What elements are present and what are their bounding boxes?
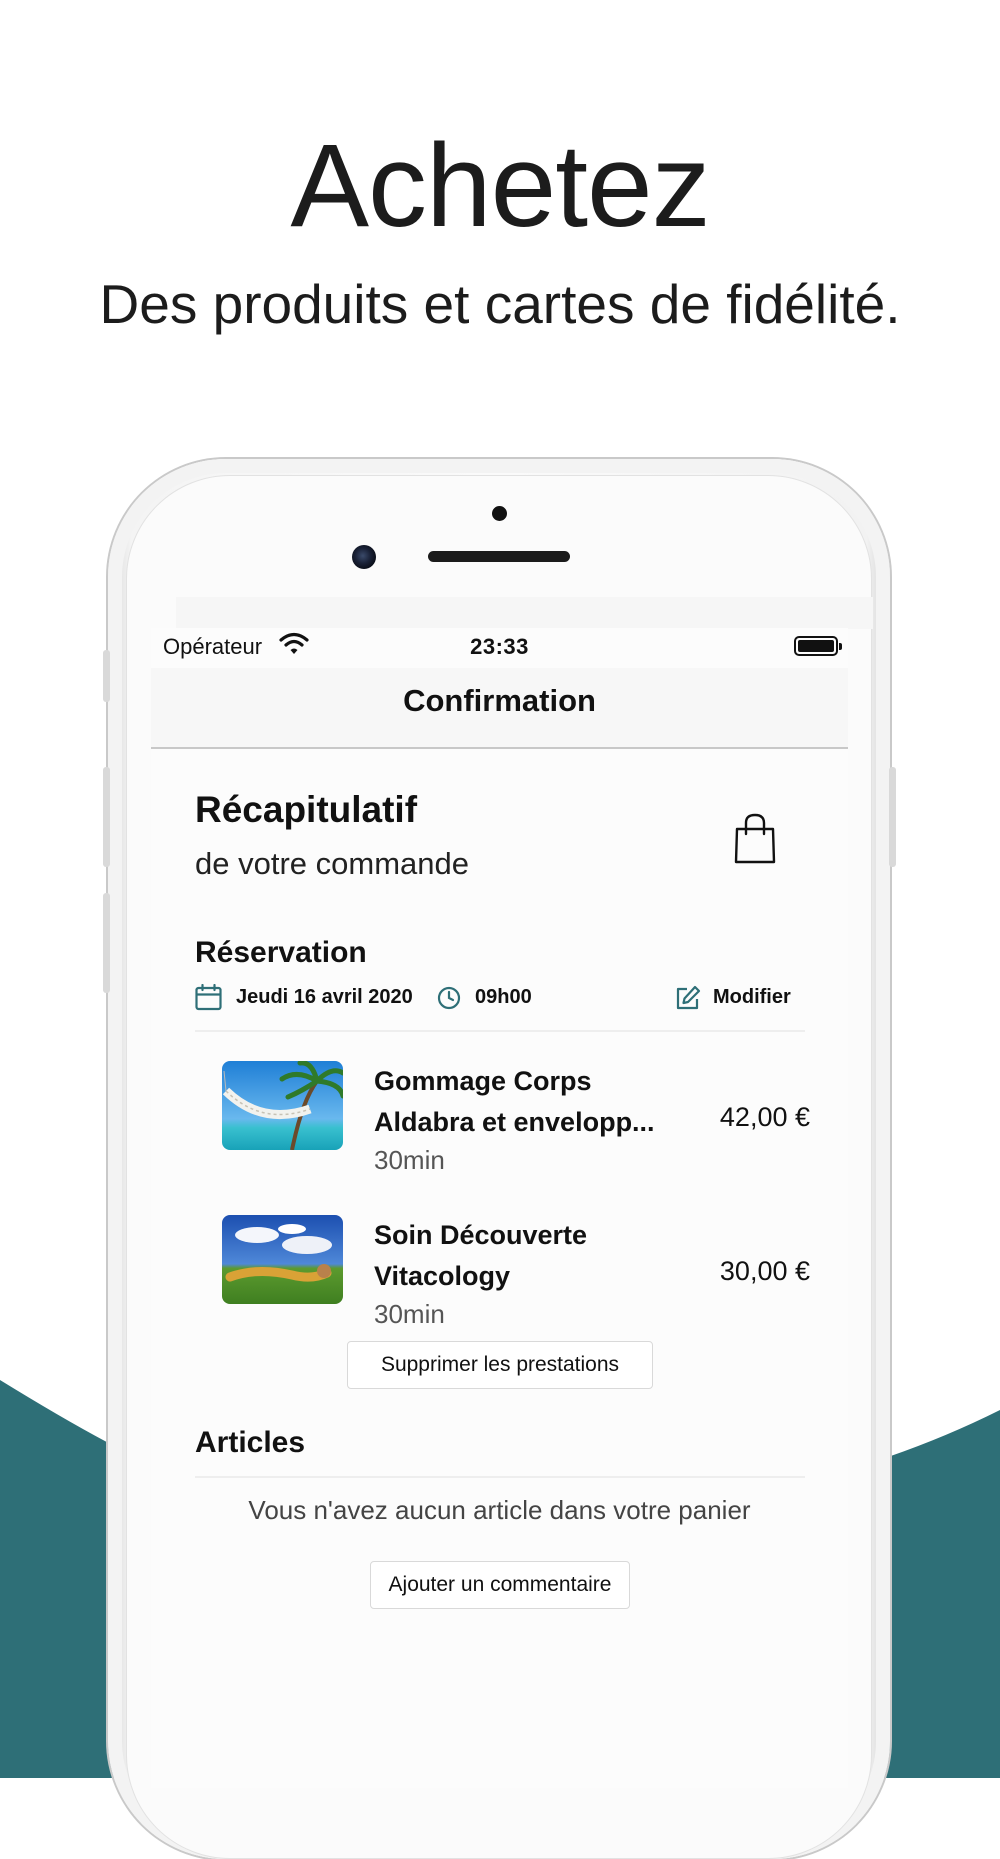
- status-bar: Opérateur 23:33: [151, 628, 848, 668]
- front-camera: [352, 545, 376, 569]
- earpiece-speaker: [428, 551, 570, 562]
- phone-power-button: [889, 767, 896, 867]
- summary-subtitle: de votre commande: [195, 846, 469, 881]
- service-name: Gommage Corps Aldabra et envelopp...: [374, 1066, 655, 1137]
- phone-side-button: [103, 650, 110, 702]
- modify-button[interactable]: Modifier: [713, 986, 791, 1009]
- reservation-hour: 09h00: [475, 986, 532, 1008]
- section-divider: [195, 1030, 805, 1032]
- shopping-bag-icon: [734, 813, 776, 864]
- reservation-title: Réservation: [195, 936, 367, 969]
- service-price: 30,00 €: [719, 1256, 810, 1286]
- reservation-details: Jeudi 16 avril 2020 09h00 Modifier: [195, 981, 815, 1017]
- summary-title: Récapitulatif: [195, 789, 418, 830]
- articles-title: Articles: [195, 1426, 306, 1459]
- proximity-sensor: [492, 506, 507, 521]
- service-price: 42,00 €: [719, 1102, 810, 1132]
- empty-cart-message: Vous n'avez aucun article dans votre pan…: [248, 1495, 751, 1525]
- order-summary: Récapitulatif de votre commande Réservat…: [151, 749, 848, 1788]
- service-thumbnail-meadow: [222, 1215, 343, 1304]
- edit-icon[interactable]: [675, 985, 701, 1011]
- service-name: Soin Découverte Vitacology: [374, 1220, 588, 1291]
- delete-services-button[interactable]: Supprimer les prestations: [347, 1341, 653, 1389]
- page-title: Confirmation: [403, 683, 596, 718]
- app-screen: Opérateur 23:33 Confirmation Récapitulat…: [151, 628, 848, 1788]
- calendar-icon: [195, 984, 222, 1011]
- service-duration: 30min: [374, 1145, 445, 1175]
- navigation-bar: Confirmation: [151, 668, 848, 749]
- screen-top-strip: [176, 597, 873, 629]
- phone-volume-down: [103, 893, 110, 993]
- phone-volume-up: [103, 767, 110, 867]
- status-time: 23:33: [470, 634, 529, 659]
- battery-icon: [794, 636, 842, 656]
- section-divider: [195, 1476, 805, 1478]
- service-item: Soin Découverte Vitacology 30min 30,00 €: [222, 1215, 822, 1335]
- promo-subheadline: Des produits et cartes de fidélité.: [99, 273, 901, 335]
- promo-headline: Achetez: [290, 120, 710, 252]
- service-item: Gommage Corps Aldabra et envelopp... 30m…: [222, 1061, 822, 1181]
- service-duration: 30min: [374, 1299, 445, 1329]
- reservation-date: Jeudi 16 avril 2020: [236, 986, 413, 1008]
- add-comment-button[interactable]: Ajouter un commentaire: [370, 1561, 630, 1609]
- clock-icon: [437, 986, 461, 1010]
- service-thumbnail-hammock: [222, 1061, 343, 1150]
